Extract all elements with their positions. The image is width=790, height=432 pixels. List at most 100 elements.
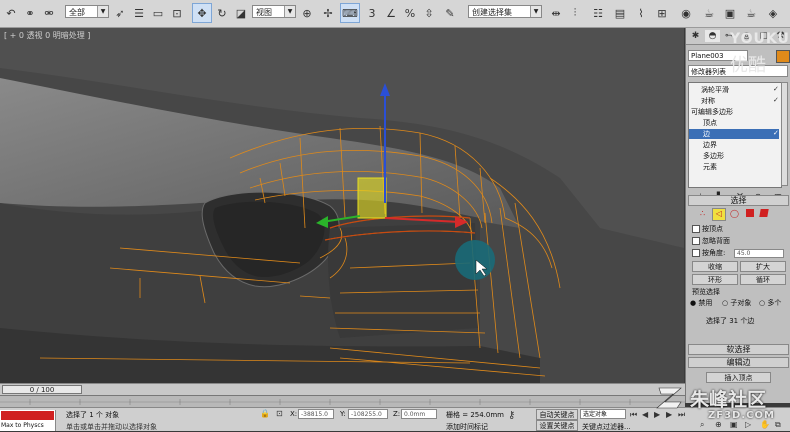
preview-multi-radio[interactable]: ○ 多个: [759, 298, 781, 308]
loop-button[interactable]: 循环: [740, 274, 786, 285]
spinner-snap-icon[interactable]: ⇳: [421, 4, 437, 22]
rect-selection-icon[interactable]: ▭: [150, 4, 166, 22]
zf3d-watermark-url: ZF3D.COM: [708, 410, 775, 421]
reference-coord-dropdown[interactable]: 视图 ▼: [252, 5, 296, 18]
stack-item-polygon[interactable]: 多边形: [703, 151, 724, 161]
manipulate-icon[interactable]: ✢: [320, 4, 336, 22]
align-icon[interactable]: ⫶: [567, 4, 583, 22]
layer-manager-icon[interactable]: ☷: [590, 4, 606, 22]
preview-disabled-radio[interactable]: ● 禁用: [690, 298, 712, 308]
render-production-icon[interactable]: ☕: [743, 4, 759, 22]
modify-tab-icon[interactable]: ◓: [705, 30, 720, 42]
create-tab-icon[interactable]: ✱: [688, 30, 703, 42]
curve-editor-icon[interactable]: ⌇: [633, 4, 649, 22]
key-filters-button[interactable]: 关键点过滤器...: [582, 422, 631, 432]
stack-item-editable-poly[interactable]: 可编辑多边形: [691, 107, 733, 117]
render-iterative-icon[interactable]: ◈: [765, 4, 781, 22]
stack-scrollbar[interactable]: [781, 82, 788, 186]
keyboard-shortcut-icon[interactable]: ⌨: [340, 3, 360, 23]
select-rotate-icon[interactable]: ↻: [214, 4, 230, 22]
prev-frame-icon[interactable]: ◀: [642, 410, 648, 419]
maxscript-listener[interactable]: Max to Physcs: [0, 410, 56, 431]
mirror-icon[interactable]: ⇹: [548, 4, 564, 22]
absolute-mode-icon[interactable]: ⊡: [276, 409, 283, 418]
maximize-viewport-icon[interactable]: ⧉: [775, 420, 781, 430]
angle-snap-icon[interactable]: ∠: [383, 4, 399, 22]
time-slider[interactable]: 0 / 100: [2, 385, 82, 394]
edge-mode-icon[interactable]: ◁: [712, 208, 726, 221]
named-selection-dropdown[interactable]: 创建选择集 ▼: [468, 5, 542, 18]
select-move-icon[interactable]: ✥: [192, 3, 212, 23]
pivot-center-icon[interactable]: ⊕: [299, 4, 315, 22]
soft-selection-rollout-header[interactable]: 软选择: [688, 344, 789, 355]
selected-object-dropdown[interactable]: 选定对象: [580, 409, 626, 419]
viewport-label[interactable]: [ + 0 透视 0 明暗处理 ]: [4, 30, 90, 41]
material-editor-icon[interactable]: ◉: [678, 4, 694, 22]
set-key-button[interactable]: 设置关键点: [536, 420, 578, 431]
subobject-icons: ∴ ◁ ◯: [696, 208, 784, 221]
by-vertex-checkbox[interactable]: 按顶点: [692, 224, 723, 234]
x-coord-field[interactable]: -38815.0: [298, 409, 334, 419]
auto-key-button[interactable]: 自动关键点: [536, 409, 578, 420]
polygon-mode-icon[interactable]: [746, 209, 754, 217]
ring-button[interactable]: 环形: [692, 274, 738, 285]
z-coord-label: Z:: [393, 410, 401, 418]
grid-size-label: 栅格 = 254.0mm: [446, 411, 504, 419]
grow-button[interactable]: 扩大: [740, 261, 786, 272]
object-color-swatch[interactable]: [776, 50, 790, 63]
add-time-tag-button[interactable]: 添加时间标记: [446, 422, 488, 432]
schematic-view-icon[interactable]: ⊞: [654, 4, 670, 22]
stack-item-turbosmooth[interactable]: 涡轮平滑: [701, 85, 729, 95]
rendered-frame-icon[interactable]: ▣: [722, 4, 738, 22]
selection-status: 选择了 1 个 对象: [66, 411, 120, 419]
undo-icon[interactable]: ↶: [3, 4, 19, 22]
graphite-tools-icon[interactable]: ▤: [612, 4, 628, 22]
selection-rollout-header[interactable]: 选择: [688, 195, 789, 206]
angle-spinner[interactable]: 45.0: [734, 249, 784, 258]
insert-vertex-button[interactable]: 插入顶点: [706, 372, 771, 383]
next-frame-icon[interactable]: ▶: [666, 410, 672, 419]
zoom-all-icon[interactable]: ⊕: [715, 420, 722, 429]
stack-item-border[interactable]: 边界: [703, 140, 717, 150]
z-coord-field[interactable]: 0.0mm: [401, 409, 437, 419]
select-object-icon[interactable]: ➶: [112, 4, 128, 22]
percent-snap-icon[interactable]: %: [402, 4, 418, 22]
by-angle-checkbox[interactable]: 按角度:: [692, 248, 725, 258]
shrink-button[interactable]: 收缩: [692, 261, 738, 272]
zoom-extents-icon[interactable]: ▣: [730, 420, 738, 429]
ignore-backfacing-checkbox[interactable]: 忽略背面: [692, 236, 730, 246]
maxscript-error-bar: [1, 411, 54, 420]
stack-item-edge[interactable]: 边: [689, 129, 779, 139]
play-icon[interactable]: ▶: [654, 410, 660, 419]
goto-start-icon[interactable]: ⏮: [630, 410, 637, 420]
lock-selection-icon[interactable]: 🔒: [260, 409, 270, 418]
window-crossing-icon[interactable]: ⊡: [169, 4, 185, 22]
pin-icon[interactable]: ✓: [773, 85, 779, 93]
field-of-view-icon[interactable]: ▷: [745, 420, 751, 429]
vertex-mode-icon[interactable]: ∴: [700, 209, 705, 218]
set-key-icon[interactable]: ⚷: [508, 410, 515, 421]
goto-end-icon[interactable]: ⏭: [678, 410, 685, 420]
zoom-icon[interactable]: ⌕: [700, 420, 704, 430]
y-coord-field[interactable]: -108255.0: [348, 409, 388, 419]
link-icon[interactable]: ⚭: [22, 4, 38, 22]
render-setup-icon[interactable]: ☕: [701, 4, 717, 22]
preview-subobject-radio[interactable]: ○ 子对象: [722, 298, 751, 308]
edit-named-selection-icon[interactable]: ✎: [442, 4, 458, 22]
stack-item-symmetry[interactable]: 对称: [701, 96, 715, 106]
select-by-name-icon[interactable]: ☰: [131, 4, 147, 22]
selection-filter-dropdown[interactable]: 全部 ▼: [65, 5, 109, 18]
perspective-viewport[interactable]: [ + 0 透视 0 明暗处理 ]: [0, 28, 684, 383]
select-scale-icon[interactable]: ◪: [233, 4, 249, 22]
edit-edges-rollout-header[interactable]: 编辑边: [688, 357, 789, 368]
snaps-toggle-icon[interactable]: 3: [365, 4, 379, 22]
border-mode-icon[interactable]: ◯: [730, 209, 739, 218]
pin-icon[interactable]: ✓: [773, 129, 779, 137]
element-mode-icon[interactable]: [759, 209, 769, 217]
pan-view-icon[interactable]: ✋: [760, 420, 770, 429]
stack-item-vertex[interactable]: 顶点: [703, 118, 717, 128]
stack-item-element[interactable]: 元素: [703, 162, 717, 172]
viewport-scene: [0, 28, 684, 383]
unlink-icon[interactable]: ⚮: [41, 4, 57, 22]
pin-icon[interactable]: ✓: [773, 96, 779, 104]
